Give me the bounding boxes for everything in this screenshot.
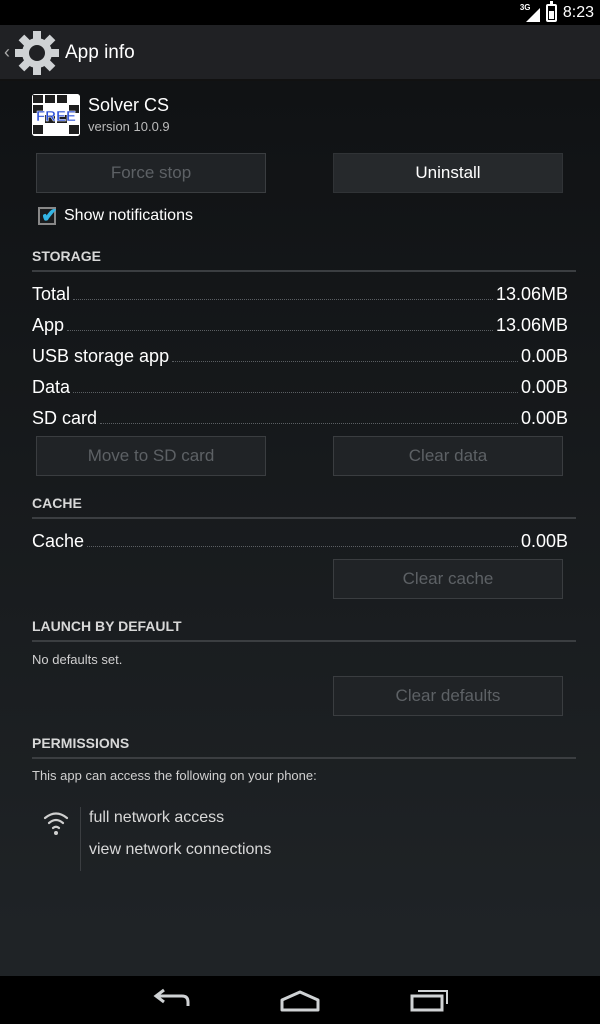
- clear-cache-button[interactable]: Clear cache: [333, 559, 563, 599]
- clock: 8:23: [562, 3, 594, 21]
- home-icon[interactable]: [270, 982, 330, 1018]
- app-name: Solver CS: [88, 95, 170, 115]
- permissions-header: PERMISSIONS: [32, 735, 576, 759]
- status-bar: 3G 8:23: [0, 0, 600, 25]
- back-icon[interactable]: [142, 982, 202, 1018]
- move-to-sd-button[interactable]: Move to SD card: [36, 436, 266, 476]
- storage-value: 0.00B: [520, 408, 568, 428]
- permission-divider: [80, 807, 81, 871]
- storage-label: Total: [32, 284, 71, 304]
- app-version: version 10.0.9: [88, 119, 170, 134]
- permissions-intro: This app can access the following on you…: [32, 768, 317, 783]
- storage-row-total: Total 13.06MB: [32, 281, 568, 305]
- recent-apps-icon[interactable]: [398, 982, 458, 1018]
- cache-header: CACHE: [32, 495, 576, 519]
- app-icon: FREE: [32, 94, 80, 136]
- wifi-icon: [43, 812, 69, 835]
- status-icons: 3G 8:23: [520, 0, 594, 23]
- page-title: App info: [65, 42, 135, 63]
- checkmark-icon: ✔: [41, 205, 58, 227]
- storage-value: 0.00B: [520, 346, 568, 366]
- permission-item: full network access: [89, 809, 225, 826]
- up-caret-icon[interactable]: ‹: [4, 42, 10, 63]
- app-icon-label: FREE: [36, 108, 76, 125]
- show-notifications-label: Show notifications: [64, 207, 193, 224]
- uninstall-button[interactable]: Uninstall: [333, 153, 563, 193]
- storage-value: 13.06MB: [495, 284, 568, 304]
- permission-group[interactable]: full network access view network connect…: [40, 807, 340, 871]
- cache-value: 0.00B: [520, 531, 568, 551]
- storage-label: SD card: [32, 408, 98, 428]
- force-stop-button[interactable]: Force stop: [36, 153, 266, 193]
- storage-row-data: Data 0.00B: [32, 374, 568, 398]
- permission-item: view network connections: [89, 841, 272, 858]
- storage-row-usb: USB storage app 0.00B: [32, 343, 568, 367]
- signal-icon: 3G: [520, 3, 540, 22]
- storage-value: 0.00B: [520, 377, 568, 397]
- storage-header: STORAGE: [32, 248, 576, 272]
- no-defaults-text: No defaults set.: [32, 652, 123, 667]
- show-notifications-checkbox[interactable]: ✔: [38, 205, 58, 227]
- storage-row-app: App 13.06MB: [32, 312, 568, 336]
- storage-label: App: [32, 315, 65, 335]
- gear-icon[interactable]: [14, 30, 60, 76]
- storage-label: Data: [32, 377, 71, 397]
- clear-data-button[interactable]: Clear data: [333, 436, 563, 476]
- storage-label: USB storage app: [32, 346, 170, 366]
- show-notifications-row[interactable]: ✔ Show notifications: [38, 205, 193, 227]
- storage-value: 13.06MB: [495, 315, 568, 335]
- storage-row-sd-card: SD card 0.00B: [32, 405, 568, 429]
- navigation-bar: [0, 976, 600, 1024]
- battery-icon: [545, 0, 557, 22]
- cache-label: Cache: [32, 531, 85, 551]
- clear-defaults-button[interactable]: Clear defaults: [333, 676, 563, 716]
- app-info-content: FREE Solver CS version 10.0.9 Force stop…: [0, 81, 600, 976]
- action-bar: ‹ App info: [0, 25, 600, 81]
- launch-by-default-header: LAUNCH BY DEFAULT: [32, 618, 576, 642]
- cache-row: Cache 0.00B: [32, 528, 568, 552]
